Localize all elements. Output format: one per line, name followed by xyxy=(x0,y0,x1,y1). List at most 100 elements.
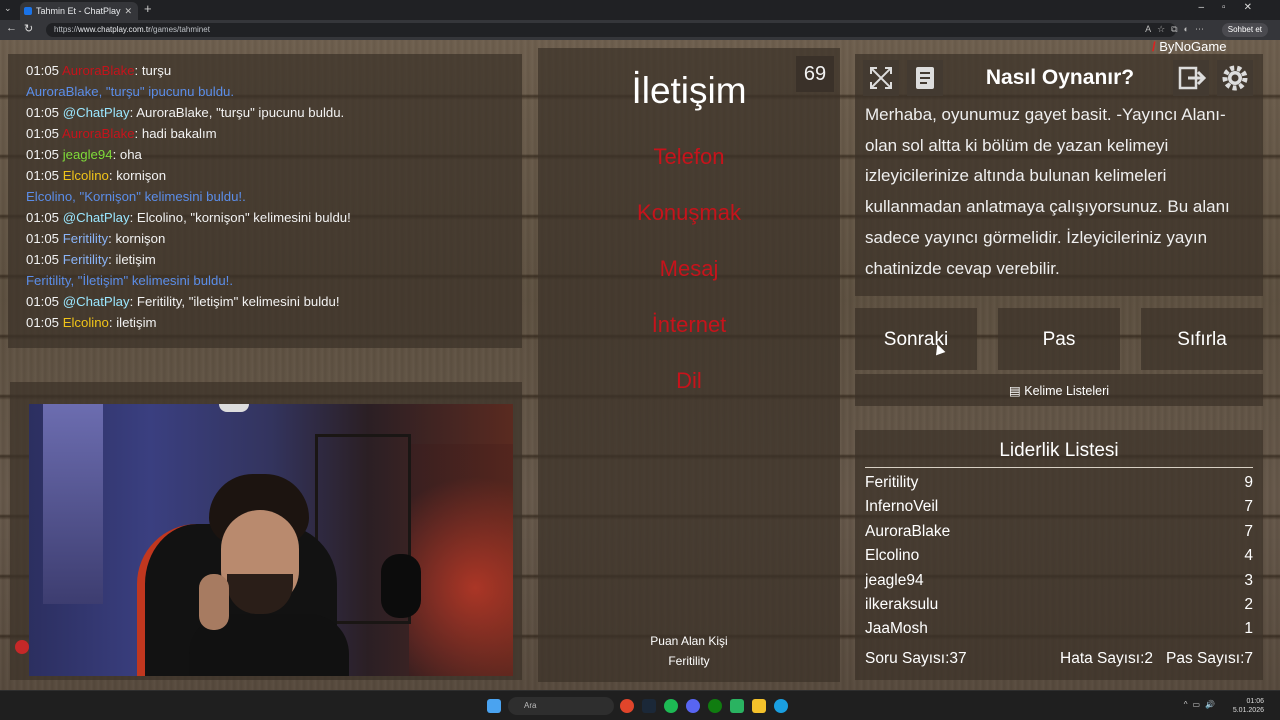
target-word: İletişim xyxy=(631,70,747,111)
chat-message: 01:05 @ChatPlay: AuroraBlake, "turşu" ip… xyxy=(26,102,522,123)
forbidden-word: Dil xyxy=(676,368,702,393)
back-icon[interactable]: ← xyxy=(6,22,17,34)
chat-message: 01:05 AuroraBlake: turşu xyxy=(26,60,522,81)
chat-username: @ChatPlay xyxy=(62,210,130,225)
word-lists-label: Kelime Listeleri xyxy=(1024,384,1110,398)
word-lists-button[interactable]: ▤ Kelime Listeleri xyxy=(855,374,1263,406)
chat-username: Elcolino xyxy=(62,168,109,183)
player-score: 3 xyxy=(1244,571,1253,589)
bynogame-logo: / ByNoGame xyxy=(1152,39,1227,54)
game-page: 01:05 AuroraBlake: turşu AuroraBlake, "tu… xyxy=(0,39,1280,690)
leaderboard-row: InfernoVeil 7 xyxy=(865,498,1253,522)
window-controls[interactable]: –▫✕ xyxy=(1199,2,1271,13)
player-score: 2 xyxy=(1244,596,1253,613)
player-name: ilkeraksulu xyxy=(865,596,939,613)
chat-text: : AuroraBlake, "turşu" ipucunu buldu. xyxy=(129,105,345,120)
streamer-area xyxy=(10,382,522,680)
player-score: 1 xyxy=(1244,620,1253,638)
chat-message: 01:05 Elcolino: iletişim xyxy=(26,312,522,333)
windows-taskbar: Ara ^▭🔊 01:06 5.01.2026 xyxy=(0,690,1280,720)
chat-timestamp: 01:05 xyxy=(26,126,60,141)
how-to-play-text: Merhaba, oyunumuz gayet basit. -Yayıncı … xyxy=(865,105,1230,278)
new-tab-icon[interactable]: + xyxy=(144,1,152,16)
clock[interactable]: 01:06 5.01.2026 xyxy=(1233,697,1264,715)
reload-icon[interactable]: ↻ xyxy=(24,22,33,35)
pass-button[interactable]: Pas xyxy=(998,308,1120,370)
edge-icon[interactable] xyxy=(774,699,788,713)
tab-title: Tahmin Et - ChatPlay xyxy=(36,6,121,16)
document-icon[interactable] xyxy=(907,60,943,96)
fullscreen-icon[interactable] xyxy=(863,60,899,96)
forbidden-word: Konuşmak xyxy=(637,200,741,225)
chat-message: 01:05 Elcolino: kornişon xyxy=(26,165,522,186)
chrome-icon[interactable] xyxy=(620,699,634,713)
chat-message: 01:05 AuroraBlake: hadi bakalım xyxy=(26,123,522,144)
scorer-label: Puan Alan Kişi xyxy=(650,634,728,648)
copilot-chat-button[interactable]: Sohbet et xyxy=(1221,23,1268,37)
chat-message: 01:05 @ChatPlay: Elcolino, "kornişon" ke… xyxy=(26,207,522,228)
player-score: 7 xyxy=(1244,522,1253,540)
scorer-name: Feritility xyxy=(668,654,710,668)
chat-message: 01:05 Feritility: kornişon xyxy=(26,228,522,249)
chat-username: Feritility xyxy=(62,231,109,246)
extension-icons[interactable]: A☆⧉◐⋯ xyxy=(1145,24,1210,35)
chat-text: : iletişim xyxy=(108,315,157,330)
reset-button[interactable]: Sıfırla xyxy=(1141,308,1263,370)
player-name: InfernoVeil xyxy=(865,498,939,516)
chat-timestamp: 01:05 xyxy=(26,315,60,330)
chat-timestamp: 01:05 xyxy=(26,252,60,267)
chat-text: : iletişim xyxy=(108,252,156,267)
leaderboard-title: Liderlik Listesi xyxy=(865,440,1253,468)
chat-message: 01:05 Feritility: iletişim xyxy=(26,249,522,270)
chat-username: Feritility xyxy=(62,252,109,267)
next-button[interactable]: Sonraki xyxy=(855,308,977,370)
chat-message: Feritility, "İletişim" kelimesini buldu!… xyxy=(26,273,233,288)
chat-timestamp: 01:05 xyxy=(26,168,60,183)
player-name: jeagle94 xyxy=(865,571,924,589)
app-icon[interactable] xyxy=(730,699,744,713)
player-score: 4 xyxy=(1244,547,1253,565)
forbidden-word: Mesaj xyxy=(659,256,719,281)
chat-text: : Elcolino, "kornişon" kelimesini buldu! xyxy=(129,210,351,225)
start-icon[interactable] xyxy=(487,699,501,713)
spotify-icon[interactable] xyxy=(664,699,678,713)
leaderboard-row: JaaMosh 1 xyxy=(865,620,1253,644)
chat-username: AuroraBlake xyxy=(61,126,135,141)
player-name: AuroraBlake xyxy=(865,522,951,540)
chat-text: : hadi bakalım xyxy=(134,126,217,141)
address-bar[interactable]: https://www.chatplay.com.tr/games/tahmin… xyxy=(46,23,1176,37)
player-score: 9 xyxy=(1244,474,1253,491)
exit-icon[interactable] xyxy=(1173,60,1209,96)
record-icon xyxy=(15,640,29,654)
leaderboard-panel: Liderlik Listesi Feritility 9 InfernoVeil 7… xyxy=(855,430,1263,680)
tab-menu-icon[interactable]: ⌄ xyxy=(4,3,16,17)
chat-username: @ChatPlay xyxy=(62,105,130,120)
steam-icon[interactable] xyxy=(642,699,656,713)
file-explorer-icon[interactable] xyxy=(752,699,766,713)
webcam-feed xyxy=(29,404,513,676)
leaderboard-row: AuroraBlake 7 xyxy=(865,523,1253,547)
question-count: Soru Sayısı:37 xyxy=(865,650,967,667)
url-scheme: https:// xyxy=(54,25,79,34)
chat-timestamp: 01:05 xyxy=(26,105,60,120)
chat-message: AuroraBlake, "turşu" ipucunu buldu. xyxy=(26,84,235,99)
browser-tab[interactable]: Tahmin Et - ChatPlay ✕ xyxy=(20,2,138,20)
chat-username: Elcolino xyxy=(62,315,109,330)
settings-gear-icon[interactable] xyxy=(1217,60,1253,96)
system-tray[interactable]: ^▭🔊 xyxy=(1184,700,1220,709)
chat-timestamp: 01:05 xyxy=(26,231,60,246)
xbox-icon[interactable] xyxy=(708,699,722,713)
chat-message: 01:05 jeagle94: oha xyxy=(26,144,522,165)
pass-count: Pas Sayısı:7 xyxy=(1165,650,1253,667)
chat-text: : kornişon xyxy=(108,168,167,183)
close-tab-icon[interactable]: ✕ xyxy=(124,2,132,20)
how-to-play-title: Nasıl Oynanır? xyxy=(985,66,1135,89)
chat-text: : oha xyxy=(112,147,142,162)
error-count: Hata Sayısı:2 xyxy=(1060,650,1154,667)
discord-icon[interactable] xyxy=(686,699,700,713)
taskbar-search[interactable]: Ara xyxy=(508,697,614,715)
forbidden-word: İnternet xyxy=(651,312,727,337)
leaderboard-row: Elcolino 4 xyxy=(865,547,1253,571)
list-icon: ▤ xyxy=(1008,384,1021,398)
browser-tabbar: ⌄ Tahmin Et - ChatPlay ✕ + –▫✕ xyxy=(0,0,1280,20)
